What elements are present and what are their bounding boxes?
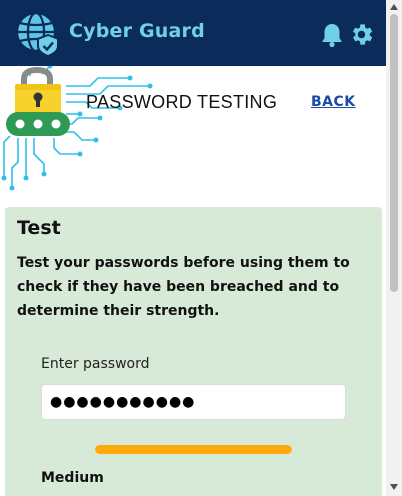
password-field-label: Enter password xyxy=(41,356,150,372)
page-hero: PASSWORD TESTING BACK xyxy=(0,66,386,206)
back-link[interactable]: BACK xyxy=(311,94,356,110)
bell-icon[interactable] xyxy=(320,22,344,48)
strength-meter xyxy=(95,445,292,454)
scrollbar[interactable] xyxy=(386,0,402,496)
scroll-down-arrow-icon[interactable] xyxy=(389,483,399,491)
password-test-card: Test Test your passwords before using th… xyxy=(5,207,382,496)
app-title: Cyber Guard xyxy=(69,20,205,42)
strength-label: Medium xyxy=(41,470,104,486)
card-description: Test your passwords before using them to… xyxy=(17,255,350,319)
page-title: PASSWORD TESTING xyxy=(86,92,278,112)
app-header: Cyber Guard xyxy=(0,0,386,66)
scroll-thumb[interactable] xyxy=(390,14,398,292)
padlock-circuit-illustration xyxy=(1,66,153,191)
strength-meter-fill xyxy=(95,445,292,454)
gear-icon[interactable] xyxy=(348,21,375,48)
scroll-up-arrow-icon[interactable] xyxy=(389,3,399,11)
password-input[interactable] xyxy=(41,384,346,420)
card-title: Test xyxy=(17,217,61,239)
globe-shield-icon xyxy=(15,11,59,57)
